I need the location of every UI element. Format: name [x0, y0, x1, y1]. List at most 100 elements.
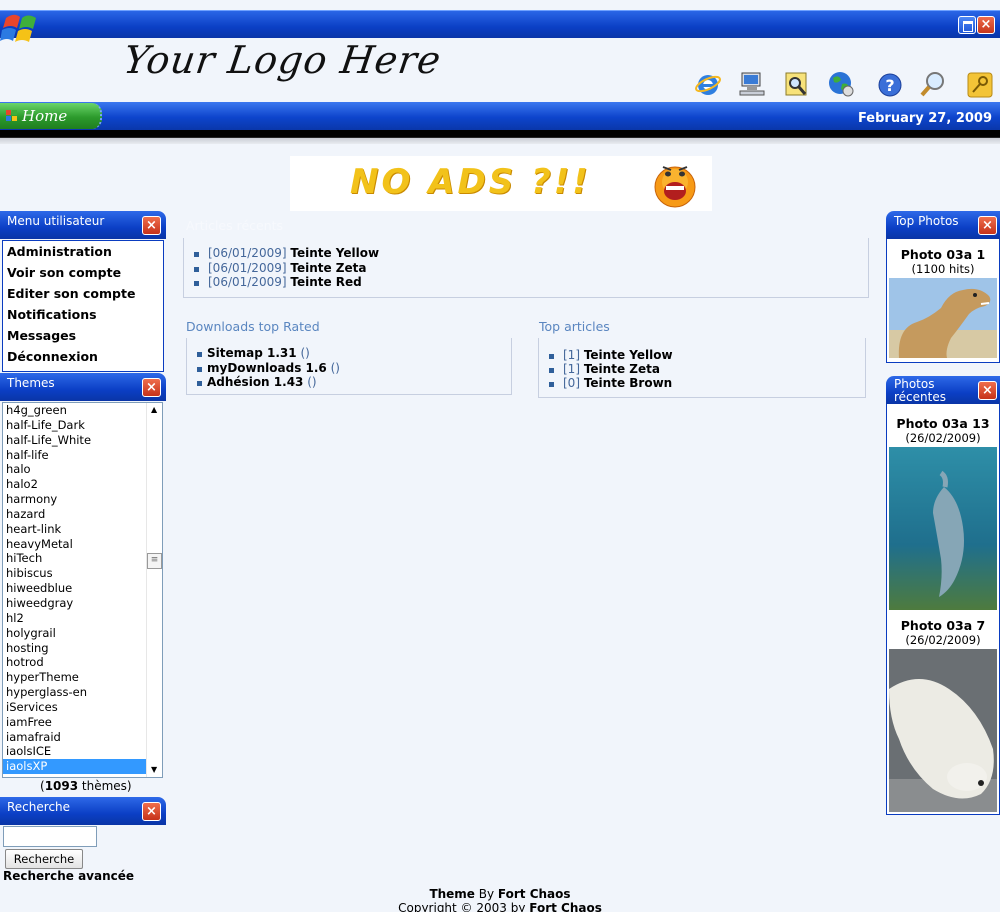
download-name[interactable]: Sitemap 1.31 [207, 346, 297, 360]
list-item[interactable]: [06/01/2009] Teinte Red [184, 275, 868, 290]
list-item[interactable]: [06/01/2009] Teinte Zeta [184, 261, 868, 276]
polar-bear-photo[interactable] [889, 649, 997, 812]
themes-scrollbar[interactable]: ▲ ≡ ▼ [146, 403, 162, 777]
footer-copyright-author[interactable]: Fort Chaos [529, 901, 602, 912]
theme-option[interactable]: halo2 [3, 477, 162, 492]
theme-option[interactable]: heart-link [3, 522, 162, 537]
menu-item-messages[interactable]: Messages [3, 325, 163, 346]
menu-item-edit-account[interactable]: Editer son compte [3, 283, 163, 304]
footer-theme-credit: Theme By Fort Chaos [0, 887, 1000, 901]
menu-item-logout[interactable]: Déconnexion [3, 346, 163, 367]
list-item[interactable]: [1] Teinte Yellow [539, 348, 865, 362]
list-item[interactable]: [06/01/2009] Teinte Yellow [184, 246, 868, 261]
maximize-button[interactable] [958, 16, 976, 34]
list-item[interactable]: myDownloads 1.6 () [187, 361, 511, 376]
theme-option[interactable]: halo [3, 462, 162, 477]
list-item[interactable]: [1] Teinte Zeta [539, 362, 865, 376]
article-title[interactable]: Teinte Zeta [584, 362, 660, 376]
theme-option[interactable]: iamFree [3, 715, 162, 730]
help-icon[interactable]: ? [876, 70, 904, 98]
photo-date: (26/02/2009) [905, 431, 981, 445]
theme-option[interactable]: hyperTheme [3, 670, 162, 685]
home-button[interactable]: Home [0, 103, 102, 129]
site-logo[interactable]: Your Logo Here [121, 38, 444, 82]
key-icon[interactable] [966, 70, 994, 98]
download-name[interactable]: myDownloads 1.6 [207, 361, 327, 375]
ad-banner[interactable]: NO ADS ?!! [290, 156, 712, 211]
downloads-heading: Downloads top Rated [186, 319, 320, 334]
article-title[interactable]: Teinte Zeta [290, 261, 366, 275]
article-date: [06/01/2009] [208, 260, 287, 275]
theme-option[interactable]: hiweedgray [3, 596, 162, 611]
menu-item-notifications[interactable]: Notifications [3, 304, 163, 325]
menu-item-administration[interactable]: Administration [3, 241, 163, 262]
top-articles-heading: Top articles [539, 319, 610, 334]
close-icon[interactable]: × [142, 378, 161, 397]
theme-option[interactable]: hazard [3, 507, 162, 522]
download-rating: () [307, 375, 317, 389]
theme-option[interactable]: half-Life_Dark [3, 418, 162, 433]
globe-icon[interactable] [827, 70, 855, 98]
top-photos-title-text: Top Photos [894, 214, 959, 228]
article-title[interactable]: Teinte Yellow [290, 246, 379, 260]
theme-option[interactable]: half-Life_White [3, 433, 162, 448]
list-item[interactable]: Adhésion 1.43 () [187, 375, 511, 390]
article-count: [1] [563, 362, 580, 376]
search-block-title: Recherche × [0, 797, 166, 825]
themes-listbox[interactable]: h4g_green half-Life_Dark half-Life_White ha… [2, 402, 163, 778]
scroll-thumb[interactable]: ≡ [147, 553, 162, 569]
theme-option[interactable]: half-life [3, 448, 162, 463]
theme-option[interactable]: hibiscus [3, 566, 162, 581]
photo-title[interactable]: Photo 03a 13 [887, 416, 999, 431]
theme-option[interactable]: holygrail [3, 626, 162, 641]
download-rating: () [330, 360, 340, 375]
photo-title[interactable]: Photo 03a 7 [887, 618, 999, 633]
close-icon[interactable]: × [142, 802, 161, 821]
menu-block-title: Menu utilisateur × [0, 211, 166, 239]
article-title[interactable]: Teinte Brown [584, 376, 672, 390]
close-icon[interactable]: × [142, 216, 161, 235]
theme-option[interactable]: iServices [3, 700, 162, 715]
recent-articles-panel: [06/01/2009] Teinte Yellow [06/01/2009] … [183, 238, 869, 298]
theme-option[interactable]: hiTech [3, 551, 162, 566]
internet-explorer-icon[interactable] [694, 70, 722, 98]
dolphin-photo[interactable] [889, 447, 997, 610]
footer-copyright: Copyright © 2003 by Fort Chaos [0, 901, 1000, 912]
search-input[interactable] [3, 826, 97, 847]
scroll-down-icon[interactable]: ▼ [151, 765, 157, 774]
article-title[interactable]: Teinte Red [290, 275, 361, 289]
photo-title[interactable]: Photo 03a 1 [887, 247, 999, 262]
footer-author-link[interactable]: Fort Chaos [498, 887, 571, 901]
advanced-search-link[interactable]: Recherche avancée [3, 869, 134, 883]
windows-logo-icon [0, 14, 36, 42]
theme-option[interactable]: iaolsXP [3, 759, 162, 775]
scroll-up-icon[interactable]: ▲ [151, 405, 157, 414]
theme-option[interactable]: hl2 [3, 611, 162, 626]
close-icon[interactable]: × [978, 381, 997, 400]
theme-option[interactable]: heavyMetal [3, 537, 162, 552]
camel-photo[interactable] [889, 278, 997, 358]
theme-option[interactable]: hotrod [3, 655, 162, 670]
theme-option[interactable]: hiweedblue [3, 581, 162, 596]
theme-option[interactable]: harmony [3, 492, 162, 507]
list-item[interactable]: Sitemap 1.31 () [187, 346, 511, 361]
search-document-icon[interactable] [783, 70, 811, 98]
theme-option[interactable]: hosting [3, 641, 162, 656]
search-button[interactable]: Recherche [5, 849, 83, 869]
download-name[interactable]: Adhésion 1.43 [207, 375, 303, 389]
network-computer-icon[interactable] [738, 70, 766, 98]
list-item[interactable]: [0] Teinte Brown [539, 376, 865, 390]
article-date: [06/01/2009] [208, 275, 287, 289]
article-title[interactable]: Teinte Yellow [584, 348, 673, 362]
close-button[interactable]: × [977, 16, 995, 34]
footer-copyright-text: Copyright © 2003 by [398, 901, 530, 912]
close-icon[interactable]: × [978, 216, 997, 235]
navigation-bar [0, 102, 1000, 130]
menu-item-view-account[interactable]: Voir son compte [3, 262, 163, 283]
theme-option[interactable]: h4g_green [3, 403, 162, 418]
theme-option[interactable]: hyperglass-en [3, 685, 162, 700]
theme-option[interactable]: iamafraid [3, 730, 162, 745]
theme-option[interactable]: iaolsICE [3, 744, 162, 759]
article-date: [06/01/2009] [208, 246, 287, 260]
magnifier-icon[interactable] [920, 70, 948, 98]
